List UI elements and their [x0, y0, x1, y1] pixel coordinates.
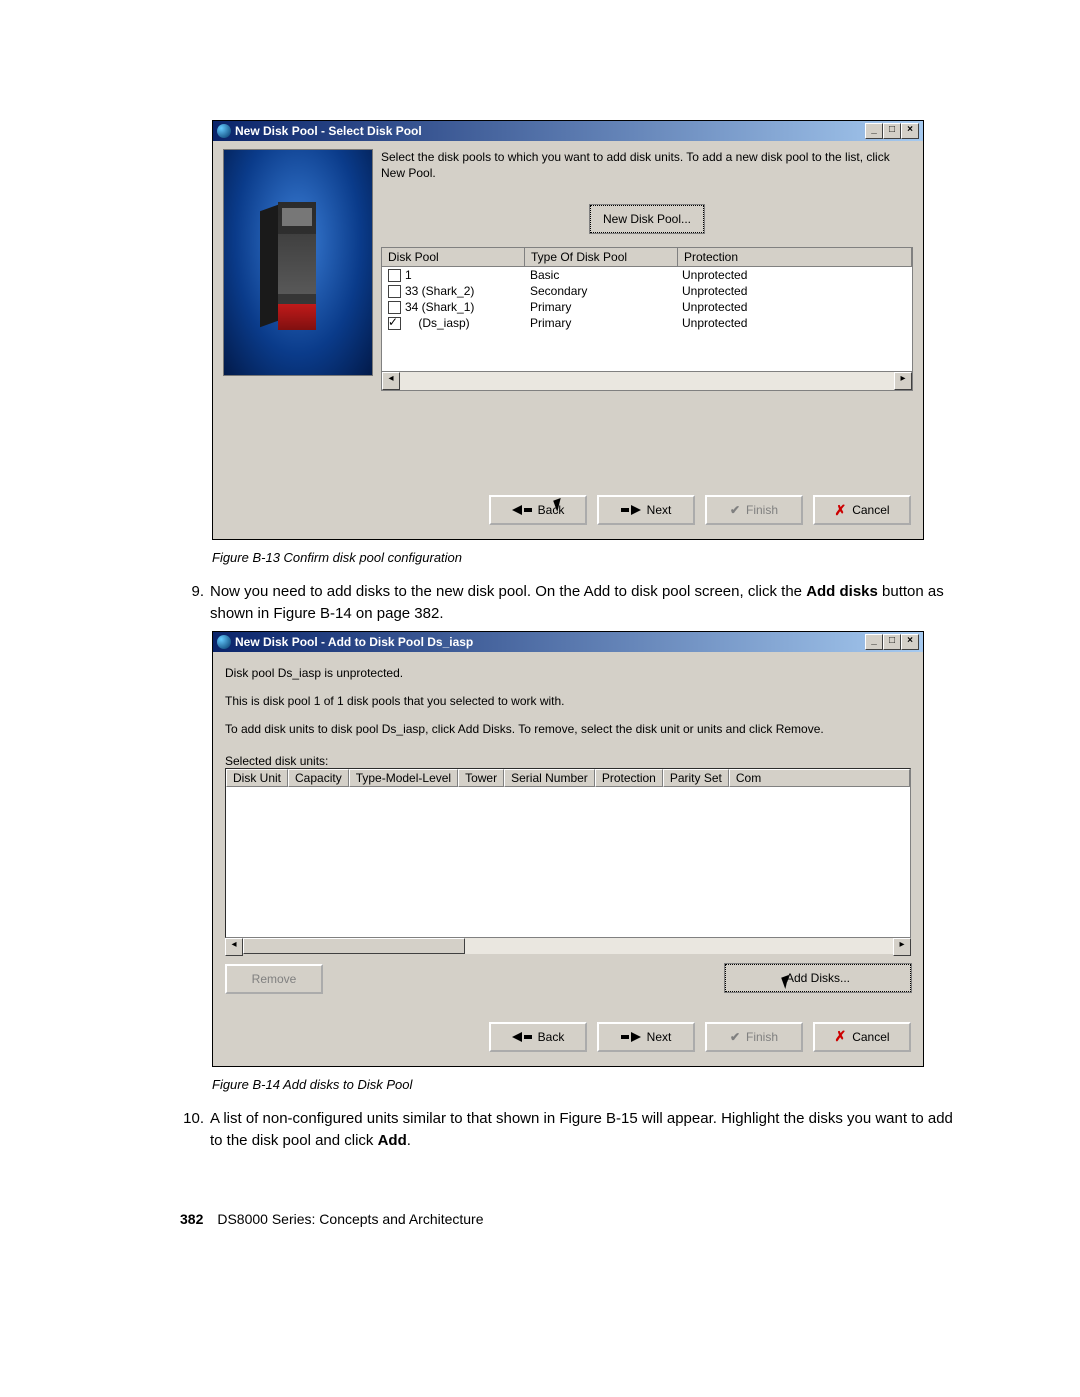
check-icon: ✔: [730, 503, 740, 517]
h-scrollbar[interactable]: ◂ ▸: [225, 938, 911, 954]
x-icon: ✗: [834, 1028, 846, 1045]
selected-units-label: Selected disk units:: [225, 754, 911, 768]
arrow-right-icon: [621, 1030, 641, 1044]
list-item[interactable]: 34 (Shark_1) Primary Unprotected: [382, 299, 912, 315]
maximize-button[interactable]: □: [883, 634, 901, 650]
window-title: New Disk Pool - Select Disk Pool: [235, 124, 865, 138]
checkbox-icon[interactable]: [388, 301, 401, 314]
step-10: 10. A list of non-configured units simil…: [180, 1108, 960, 1152]
app-icon: [217, 635, 231, 649]
scroll-right-icon[interactable]: ▸: [893, 938, 911, 956]
titlebar: New Disk Pool - Add to Disk Pool Ds_iasp…: [213, 632, 923, 652]
scroll-thumb[interactable]: [243, 938, 465, 954]
cancel-button[interactable]: ✗Cancel: [813, 495, 911, 525]
wizard-image: [223, 149, 373, 376]
arrow-right-icon: [621, 503, 641, 517]
col-type[interactable]: Type Of Disk Pool: [525, 248, 678, 267]
window-add-to-disk-pool: New Disk Pool - Add to Disk Pool Ds_iasp…: [212, 631, 924, 1067]
maximize-button[interactable]: □: [883, 123, 901, 139]
cancel-button[interactable]: ✗Cancel: [813, 1022, 911, 1052]
progress-text: This is disk pool 1 of 1 disk pools that…: [225, 694, 911, 708]
figure-caption: Figure B-14 Add disks to Disk Pool: [212, 1077, 960, 1092]
checkbox-icon[interactable]: [388, 269, 401, 282]
col-parity-set[interactable]: Parity Set: [663, 769, 729, 787]
checkbox-icon[interactable]: [388, 317, 401, 330]
check-icon: ✔: [730, 1030, 740, 1044]
col-capacity[interactable]: Capacity: [288, 769, 349, 787]
finish-button: ✔Finish: [705, 495, 803, 525]
instruction-text: Select the disk pools to which you want …: [381, 149, 913, 181]
status-text: Disk pool Ds_iasp is unprotected.: [225, 666, 911, 680]
step-9: 9. Now you need to add disks to the new …: [180, 581, 960, 625]
list-item[interactable]: 33 (Shark_2) Secondary Unprotected: [382, 283, 912, 299]
col-protection[interactable]: Protection: [678, 248, 912, 267]
h-scrollbar[interactable]: ◂ ▸: [382, 371, 912, 390]
next-button[interactable]: Next: [597, 1022, 695, 1052]
book-title: DS8000 Series: Concepts and Architecture: [217, 1211, 483, 1227]
page-number: 382: [180, 1211, 203, 1227]
add-disks-button[interactable]: Add Disks...: [725, 964, 911, 992]
col-serial-number[interactable]: Serial Number: [504, 769, 595, 787]
window-select-disk-pool: New Disk Pool - Select Disk Pool _ □ × S…: [212, 120, 924, 540]
remove-button: Remove: [225, 964, 323, 994]
col-tower[interactable]: Tower: [458, 769, 504, 787]
new-disk-pool-button[interactable]: New Disk Pool...: [590, 205, 704, 233]
scroll-right-icon[interactable]: ▸: [894, 372, 912, 390]
back-button[interactable]: Back: [489, 1022, 587, 1052]
arrow-left-icon: [512, 503, 532, 517]
minimize-button[interactable]: _: [865, 634, 883, 650]
app-icon: [217, 124, 231, 138]
checkbox-icon[interactable]: [388, 285, 401, 298]
list-item[interactable]: (Ds_iasp) Primary Unprotected: [382, 315, 912, 331]
next-button[interactable]: Next: [597, 495, 695, 525]
col-com[interactable]: Com: [729, 769, 910, 787]
col-disk-unit[interactable]: Disk Unit: [226, 769, 288, 787]
instruction-text: To add disk units to disk pool Ds_iasp, …: [225, 722, 911, 736]
titlebar: New Disk Pool - Select Disk Pool _ □ ×: [213, 121, 923, 141]
disk-pool-list: Disk Pool Type Of Disk Pool Protection 1…: [381, 247, 913, 391]
selected-units-table: Disk Unit Capacity Type-Model-Level Towe…: [225, 768, 911, 938]
close-button[interactable]: ×: [901, 123, 919, 139]
arrow-left-icon: [512, 1030, 532, 1044]
list-item[interactable]: 1 Basic Unprotected: [382, 267, 912, 283]
x-icon: ✗: [834, 502, 846, 519]
col-protection[interactable]: Protection: [595, 769, 663, 787]
minimize-button[interactable]: _: [865, 123, 883, 139]
page-footer: 382 DS8000 Series: Concepts and Architect…: [180, 1211, 960, 1227]
close-button[interactable]: ×: [901, 634, 919, 650]
back-button[interactable]: Back: [489, 495, 587, 525]
figure-caption: Figure B-13 Confirm disk pool configurat…: [212, 550, 960, 565]
window-title: New Disk Pool - Add to Disk Pool Ds_iasp: [235, 635, 865, 649]
col-type-model-level[interactable]: Type-Model-Level: [349, 769, 458, 787]
scroll-left-icon[interactable]: ◂: [382, 372, 400, 390]
scroll-left-icon[interactable]: ◂: [225, 938, 243, 956]
col-disk-pool[interactable]: Disk Pool: [382, 248, 525, 267]
finish-button: ✔Finish: [705, 1022, 803, 1052]
